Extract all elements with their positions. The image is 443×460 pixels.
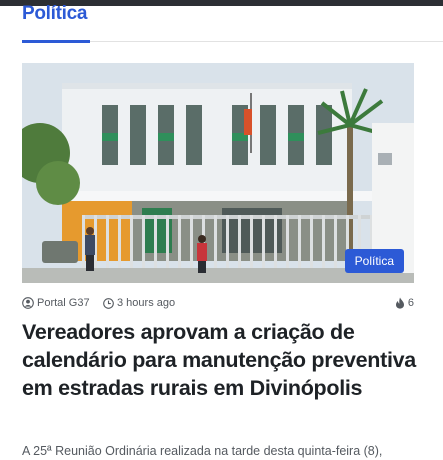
user-icon	[22, 297, 34, 309]
post-meta: Portal G37 3 hours ago 6	[22, 297, 414, 313]
clock-icon	[103, 297, 114, 309]
section-title: Política	[22, 3, 88, 24]
article-excerpt: A 25ª Reunião Ordinária realizada na tar…	[22, 444, 383, 458]
view-count-value: 6	[407, 297, 414, 309]
section-divider-accent	[22, 40, 90, 43]
post-time: 3 hours ago	[117, 297, 176, 309]
post-date: 3 hours ago	[103, 297, 175, 309]
author-link[interactable]: Portal G37	[22, 297, 90, 309]
author-name: Portal G37	[37, 297, 90, 309]
article-thumbnail[interactable]: Política	[22, 63, 414, 283]
article-title-link[interactable]: Vereadores aprovam a criação de calendár…	[22, 318, 422, 402]
view-count: 6	[395, 297, 414, 309]
category-badge[interactable]: Política	[344, 249, 404, 273]
fire-icon	[395, 297, 404, 309]
